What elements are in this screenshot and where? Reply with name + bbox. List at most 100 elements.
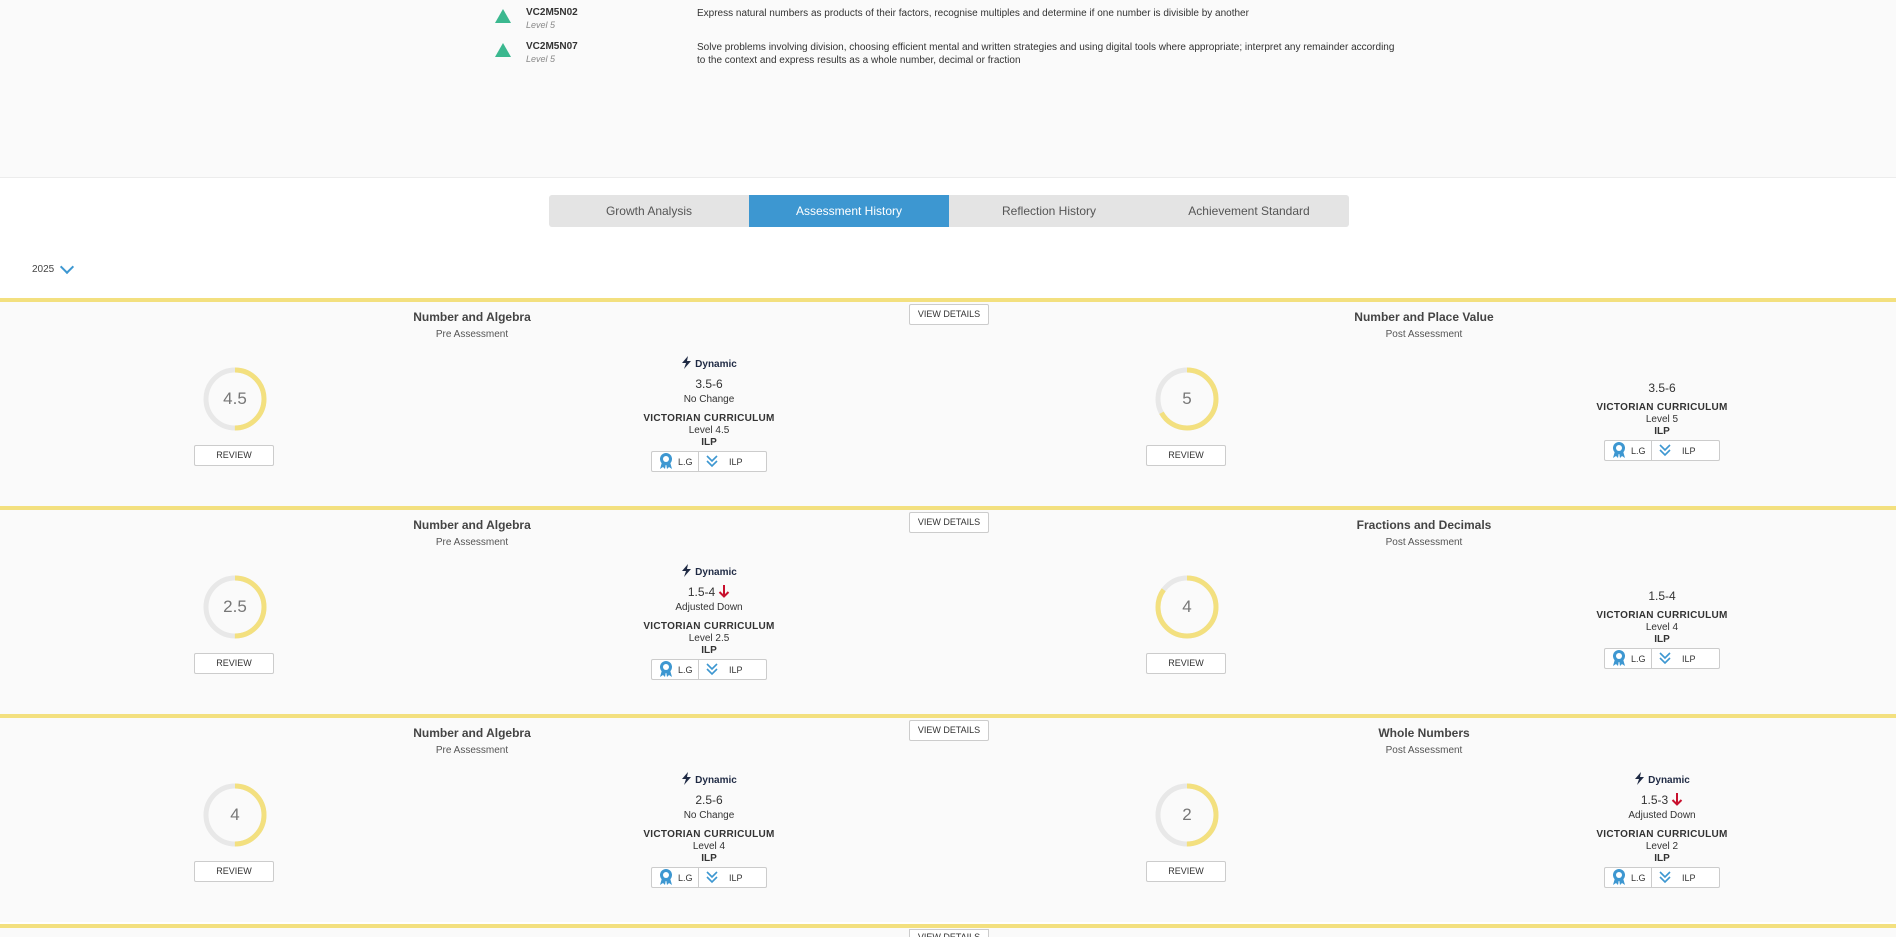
tab-growth-analysis[interactable]: Growth Analysis [549, 195, 749, 227]
year-value: 2025 [32, 264, 55, 275]
action-buttons: L.G ILP [609, 867, 809, 888]
triangle-up-icon [495, 43, 511, 57]
tab-assessment-history[interactable]: Assessment History [749, 195, 949, 227]
score-value: 4 [230, 805, 240, 824]
lg-label: L.G [678, 664, 693, 675]
assessment-info: Dynamic 1.5-3 Adjusted Down VICTORIAN CURRI… [1562, 772, 1762, 888]
ilp-label: ILP [701, 645, 717, 656]
learning-goal-button[interactable]: L.G [651, 451, 699, 472]
assessment-type: Post Assessment [1385, 745, 1463, 756]
assessment-title: Number and Algebra [413, 310, 531, 324]
ilp-button-label: ILP [729, 456, 743, 467]
ilp-button[interactable]: ILP [1652, 867, 1720, 888]
ilp-button[interactable]: ILP [699, 867, 767, 888]
review-button[interactable]: REVIEW [194, 653, 274, 674]
level-range: 2.5-6 [609, 792, 809, 808]
outcomes-section: VC2M5N02 Level 5 Express natural numbers… [0, 0, 1896, 178]
double-chevron-down-icon [705, 870, 719, 886]
score-value: 4 [1182, 597, 1192, 616]
ilp-button-label: ILP [1682, 872, 1696, 883]
assessment-card: VIEW DETAILS Number and Algebra Pre Assess… [0, 298, 1896, 506]
learning-goal-button[interactable]: L.G [1604, 440, 1652, 461]
double-chevron-down-icon [705, 454, 719, 470]
year-selector[interactable]: 2025 [32, 259, 75, 275]
lg-label: L.G [1631, 653, 1646, 664]
ilp-button-label: ILP [1682, 445, 1696, 456]
double-chevron-down-icon [1658, 443, 1672, 459]
level-range: 1.5-4 [1562, 588, 1762, 604]
action-buttons: L.G ILP [1562, 867, 1762, 888]
lg-label: L.G [1631, 872, 1646, 883]
tab-achievement-standard[interactable]: Achievement Standard [1149, 195, 1349, 227]
lightning-icon [681, 356, 692, 372]
review-button[interactable]: REVIEW [1146, 445, 1226, 466]
score-ring-wrap: 4.5 [202, 366, 268, 432]
curriculum-level: Level 2 [1645, 841, 1679, 852]
curriculum-label: VICTORIAN CURRICULUM [643, 829, 775, 840]
action-buttons: L.G ILP [609, 451, 809, 472]
curriculum-label: VICTORIAN CURRICULUM [1596, 829, 1728, 840]
outcome-level: Level 5 [526, 54, 556, 64]
change-status: Adjusted Down [1628, 810, 1696, 821]
ilp-button-label: ILP [729, 664, 743, 675]
score-ring-wrap: 2 [1154, 782, 1220, 848]
score-ring-wrap: 5 [1154, 366, 1220, 432]
assessment-type: Pre Assessment [435, 745, 509, 756]
level-range: 3.5-6 [1562, 380, 1762, 396]
curriculum-level: Level 4 [1645, 622, 1679, 633]
ilp-button[interactable]: ILP [699, 451, 767, 472]
ilp-button[interactable]: ILP [1652, 440, 1720, 461]
score-value: 2.5 [223, 597, 247, 616]
ilp-button[interactable]: ILP [699, 659, 767, 680]
view-details-button[interactable]: VIEW DETAILS [909, 720, 989, 741]
change-status: Adjusted Down [675, 602, 743, 613]
score-ring-wrap: 4 [202, 782, 268, 848]
lg-label: L.G [678, 872, 693, 883]
lg-label: L.G [1631, 445, 1646, 456]
ilp-button[interactable]: ILP [1652, 648, 1720, 669]
curriculum-label: VICTORIAN CURRICULUM [643, 621, 775, 632]
ilp-label: ILP [1654, 853, 1670, 864]
range-value: 2.5-6 [695, 793, 723, 807]
award-ribbon-icon [1611, 868, 1627, 888]
score-ring-wrap: 4 [1154, 574, 1220, 640]
range-value: 1.5-4 [1648, 589, 1676, 603]
review-button[interactable]: REVIEW [194, 445, 274, 466]
view-details-button[interactable]: VIEW DETAILS [909, 304, 989, 325]
range-value: 1.5-4 [687, 585, 716, 599]
dynamic-label: Dynamic [1562, 772, 1762, 788]
dynamic-label: Dynamic [609, 356, 809, 372]
assessment-info: Dynamic 1.5-4 Adjusted Down VICTORIAN CURRI… [609, 564, 809, 680]
arrow-down-icon [718, 584, 730, 601]
action-buttons: L.G ILP [1562, 648, 1762, 669]
double-chevron-down-icon [705, 662, 719, 678]
learning-goal-button[interactable]: L.G [1604, 867, 1652, 888]
lightning-icon [1634, 772, 1645, 788]
review-button[interactable]: REVIEW [1146, 861, 1226, 882]
triangle-up-icon [495, 9, 511, 23]
learning-goal-button[interactable]: L.G [651, 659, 699, 680]
learning-goal-button[interactable]: L.G [651, 867, 699, 888]
curriculum-level: Level 4.5 [688, 425, 730, 436]
double-chevron-down-icon [1658, 651, 1672, 667]
outcome-description: Express natural numbers as products of t… [697, 8, 1249, 19]
review-button[interactable]: REVIEW [194, 861, 274, 882]
ilp-label: ILP [1654, 634, 1670, 645]
dynamic-text: Dynamic [695, 774, 737, 786]
assessment-info: Dynamic 3.5-6 No Change VICTORIAN CURRICULU… [609, 356, 809, 472]
assessment-info: 1.5-4 VICTORIAN CURRICULUM Level 4 ILP L.G IL… [1562, 584, 1762, 669]
award-ribbon-icon [658, 868, 674, 888]
tab-reflection-history[interactable]: Reflection History [949, 195, 1149, 227]
review-button[interactable]: REVIEW [1146, 653, 1226, 674]
view-details-button[interactable]: VIEW DETAILS [909, 512, 989, 533]
level-range: 1.5-4 [609, 584, 809, 600]
outcome-description: Solve problems involving division, choos… [697, 42, 1395, 66]
chevron-down-icon [60, 259, 75, 275]
lightning-icon [681, 564, 692, 580]
learning-goal-button[interactable]: L.G [1604, 648, 1652, 669]
dynamic-text: Dynamic [695, 358, 737, 370]
view-details-button[interactable]: VIEW DETAILS [909, 929, 989, 937]
assessment-info: 3.5-6 VICTORIAN CURRICULUM Level 5 ILP L.G IL… [1562, 376, 1762, 461]
curriculum-level: Level 2.5 [688, 633, 730, 644]
dynamic-label: Dynamic [609, 772, 809, 788]
